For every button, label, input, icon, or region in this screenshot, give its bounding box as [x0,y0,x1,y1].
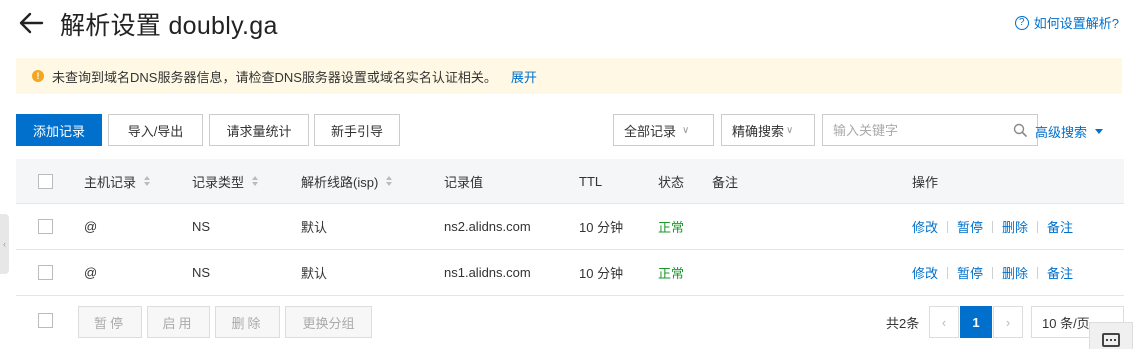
row-actions: 修改 暂停 删除 备注 [912,204,1073,249]
status-cell: 正常 [658,266,685,281]
page-button-current[interactable]: 1 [960,306,992,338]
sort-icon[interactable] [386,176,393,186]
sort-icon[interactable] [252,176,259,186]
pause-link[interactable]: 暂停 [957,263,983,282]
table-row: @ NS 默认 ns2.alidns.com 10 分钟 正常 修改 暂停 删除… [16,204,1124,250]
record-filter-select[interactable]: 全部记录 ∨ [613,114,714,146]
record-filter-value: 全部记录 [624,123,677,139]
column-label: 记录类型 [192,174,245,190]
chevron-down-icon: ∨ [682,124,690,136]
search-box [822,114,1038,146]
guide-button[interactable]: 新手引导 [314,114,400,146]
row-checkbox[interactable] [38,219,53,234]
sort-icon[interactable] [144,176,151,186]
help-link-label: 如何设置解析? [1033,16,1119,31]
batch-delete-button[interactable]: 删除 [215,306,280,338]
type-cell: NS [192,265,211,280]
add-record-button[interactable]: 添加记录 [16,114,102,146]
column-header-type[interactable]: 记录类型 [192,159,259,203]
batch-enable-button[interactable]: 启用 [147,306,210,338]
page-size-value: 10 条/页 [1042,315,1090,331]
import-export-button[interactable]: 导入/导出 [108,114,203,146]
type-cell: NS [192,219,211,234]
table-row: @ NS 默认 ns1.alidns.com 10 分钟 正常 修改 暂停 删除… [16,250,1124,296]
divider [992,220,994,233]
host-cell: @ [84,265,98,280]
advanced-search-link[interactable]: 高级搜索 [1035,122,1104,141]
column-label: 解析线路(isp) [301,174,379,190]
edit-link[interactable]: 修改 [912,263,938,282]
chevron-left-icon: ‹ [941,314,947,330]
page-header: 解析设置 doubly.ga ? 如何设置解析? [0,0,1139,50]
divider [992,266,994,279]
advanced-search-label: 高级搜索 [1035,125,1088,140]
ttl-cell: 10 分钟 [579,220,624,235]
prev-page-button[interactable]: ‹ [929,306,959,338]
next-page-button[interactable]: › [993,306,1023,338]
column-header-actions: 操作 [912,174,939,190]
column-header-ttl: TTL [579,173,603,189]
toolbar: 添加记录 导入/导出 请求量统计 新手引导 全部记录 ∨ 精确搜索 ∨ 高级搜索 [16,114,1122,146]
help-link[interactable]: ? 如何设置解析? [1014,13,1119,32]
note-link[interactable]: 备注 [1047,217,1073,236]
chevron-down-icon: ∨ [786,124,794,136]
column-header-value: 记录值 [444,174,484,190]
request-stats-button[interactable]: 请求量统计 [209,114,309,146]
total-count: 共2条 [886,316,920,331]
edit-link[interactable]: 修改 [912,217,938,236]
row-actions: 修改 暂停 删除 备注 [912,250,1073,295]
chevron-left-icon: ‹ [3,239,6,249]
column-header-line[interactable]: 解析线路(isp) [301,159,393,203]
batch-pause-button[interactable]: 暂停 [78,306,142,338]
column-label: 主机记录 [84,174,137,190]
change-group-button[interactable]: 更换分组 [285,306,372,338]
line-cell: 默认 [301,220,328,235]
ttl-cell: 10 分钟 [579,266,624,281]
line-cell: 默认 [301,266,328,281]
notice-message: 未查询到域名DNS服务器信息，请检查DNS服务器设置或域名实名认证相关。 [52,69,497,85]
column-header-host[interactable]: 主机记录 [84,159,151,203]
search-mode-select[interactable]: 精确搜索 ∨ [721,114,815,146]
table-footer: 暂停 启用 删除 更换分组 共2条 ‹ 1 › 10 条/页 [16,306,1124,338]
chat-button[interactable] [1089,322,1133,349]
pause-link[interactable]: 暂停 [957,217,983,236]
status-cell: 正常 [658,220,685,235]
search-input[interactable] [833,122,993,138]
note-link[interactable]: 备注 [1047,263,1073,282]
warning-icon: ! [32,70,44,82]
delete-link[interactable]: 删除 [1002,217,1028,236]
column-header-status: 状态 [658,174,685,190]
sidebar-collapse-tab[interactable]: ‹ [0,214,9,274]
divider [947,220,949,233]
host-cell: @ [84,219,98,234]
table-header-row: 主机记录 记录类型 解析线路(isp) 记录值 TTL 状态 备注 操作 [16,159,1124,204]
column-header-note: 备注 [712,174,739,190]
chevron-right-icon: › [1005,314,1011,330]
divider [1037,266,1039,279]
divider [1037,220,1039,233]
value-cell: ns2.alidns.com [444,219,531,234]
value-cell: ns1.alidns.com [444,265,531,280]
notice-banner: ! 未查询到域名DNS服务器信息，请检查DNS服务器设置或域名实名认证相关。 展… [16,58,1122,94]
chat-icon [1102,333,1120,347]
expand-link[interactable]: 展开 [511,67,537,86]
delete-link[interactable]: 删除 [1002,263,1028,282]
caret-down-icon [1095,129,1104,134]
question-icon: ? [1014,15,1029,30]
select-all-footer-checkbox[interactable] [38,313,53,328]
search-mode-value: 精确搜索 [732,123,785,139]
search-icon[interactable] [1013,123,1027,137]
select-all-checkbox[interactable] [38,174,53,189]
divider [947,266,949,279]
dns-records-table: 主机记录 记录类型 解析线路(isp) 记录值 TTL 状态 备注 操作 @ N… [16,159,1124,296]
back-arrow-icon[interactable] [16,8,46,38]
row-checkbox[interactable] [38,265,53,280]
page-title: 解析设置 doubly.ga [60,12,278,40]
